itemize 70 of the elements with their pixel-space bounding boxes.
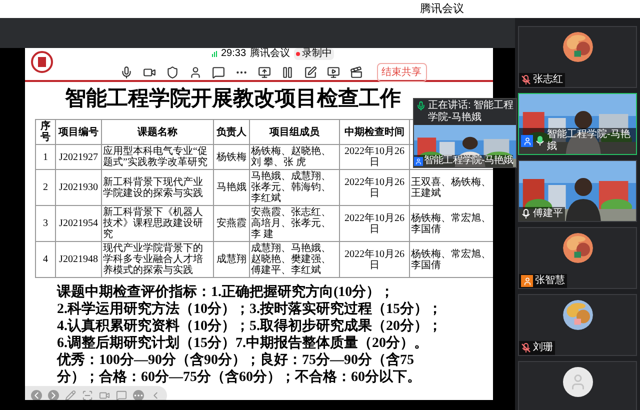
meeting-timer: 29:33 [220,48,246,60]
table-cell: 安燕霞 [214,206,250,242]
mic-icon [416,101,426,111]
pause-icon[interactable] [280,66,294,79]
end-share-button[interactable]: 结束共享 [376,63,426,82]
person-icon[interactable] [188,66,202,79]
table-cell: J2021948 [56,242,102,278]
table-cell: 2022年10月26日 [340,144,410,170]
signal-icon [212,51,217,57]
table-cell: 安燕霞、张志红、高培月、张孝元、李 建 [250,206,340,242]
table-cell: J2021930 [56,170,102,206]
previous-icon[interactable] [31,390,42,400]
participant-name: 张智慧 [535,275,565,287]
default-avatar-icon [562,367,592,397]
criteria-text: 分）；合格：60分—75分（含60分）；不合格：60分以下。 [57,369,422,386]
criteria-text: 4.认真积累研究资料（10分）；5.取得初步研究成果（20分）； [57,318,443,334]
participant-tile[interactable]: 刘珊 [518,294,637,356]
mic-icon[interactable] [120,66,132,79]
column-header: 序号 [36,120,56,144]
table-cell: 2 [36,170,56,206]
table-cell: 3 [36,206,56,242]
next-icon[interactable] [48,390,59,400]
participant-tile[interactable]: 智能工程学院-马艳娥 [518,93,637,155]
shield-icon[interactable] [166,66,178,79]
column-header: 项目编号 [56,120,102,144]
school-logo-icon [31,51,53,73]
table-cell: 杨铁梅 [214,144,250,170]
screen-share-icon[interactable] [258,66,270,79]
window-title: 腾讯会议 [420,2,464,17]
table-cell: 现代产业学院背景下的学科多专业融合人才培养模式的探索与实践 [102,242,214,278]
film-icon[interactable] [350,66,362,79]
participant-tile[interactable] [518,361,637,410]
participant-tile[interactable]: 傅建平 [518,160,637,222]
video-camera-icon[interactable] [142,66,156,79]
participant-name: 张志红 [533,74,563,86]
table-cell: 应用型本科电气专业“促题式”实践教学改革研究 [102,144,214,170]
table-cell: 1 [36,144,56,170]
pen-icon[interactable] [304,66,316,79]
table-cell: 2022年10月26日 [340,242,410,278]
participant-tile[interactable]: 张志红 [518,26,637,88]
table-cell: 成慧翔 [214,242,250,278]
criteria-text: 课题中期检查评价指标：1.正确把握研究方向(10分）； [57,284,396,300]
column-header: 课题名称 [102,120,214,144]
column-header: 项目组成员 [250,120,340,144]
column-header: 负责人 [214,120,250,144]
table-cell: J2021927 [56,144,102,170]
table-cell: 马艳娥 [214,170,250,206]
criteria-text: 优秀：100分—90分（含90分）；良好：75分—90分（含75 [57,352,415,369]
table-cell: 新工科背景下《机器人技术》课程思政建设研究 [102,206,214,242]
monitor-icon[interactable] [326,66,340,79]
recording-badge: 录制中 [294,48,334,60]
participant-name: 刘珊 [533,342,553,354]
table-cell: J2021954 [56,206,102,242]
criteria-text: 2.科学运用研究方法（10分）；3.按时落实研究过程（15分）； [57,301,443,318]
slide-title: 智能工程学院开展教改项目检查工作 [65,86,401,112]
table-cell: 新工科背景下现代产业学院建设的探索与实践 [102,170,214,206]
table-cell: 马艳娥、成慧翔、张孝元、韩海钧、李红斌 [250,170,340,206]
participant-name: 智能工程学院-马艳娥 [547,129,632,153]
criteria-text: 6.调整后期研究计划（15分）7.中期报告整体质量（20分）。 [57,335,429,352]
participant-name: 傅建平 [533,208,563,220]
chat-icon[interactable] [212,66,224,79]
table-cell: 杨铁梅、赵晓艳、刘 攀、张 虎 [250,144,340,170]
participant-name: 智能工程学院-马艳娥 [424,155,514,167]
table-cell: 2022年10月26日 [340,170,410,206]
participant-tile[interactable]: 张智慧 [518,227,637,289]
table-cell: 2022年10月26日 [340,206,410,242]
table-cell: 成慧翔、马艳娥、赵晓艳、樊建强、傅建平、李红斌 [250,242,340,278]
table-cell: 4 [36,242,56,278]
speaking-label: 正在讲话: 智能工程学院-马艳娥 [428,100,514,124]
column-header: 中期检查时间 [340,120,410,144]
